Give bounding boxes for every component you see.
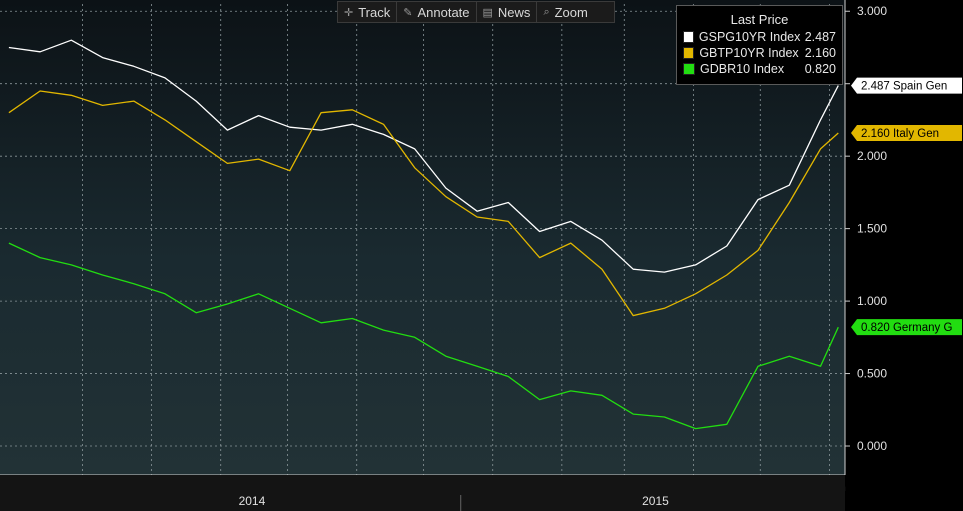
zoom-button[interactable]: ⌕ Zoom: [537, 2, 593, 22]
year-label-2015: 2015: [642, 494, 669, 508]
track-button[interactable]: ✛ Track: [338, 2, 398, 22]
legend-row-germany: GDBR10 Index 0.820: [677, 61, 842, 77]
annotate-label: Annotate: [417, 4, 470, 20]
y-tick-label: 1.500: [857, 222, 887, 236]
magnifier-icon: ⌕: [543, 5, 550, 18]
y-tick-label: 0.500: [857, 367, 887, 381]
track-label: Track: [358, 4, 391, 20]
zoom-label: Zoom: [554, 4, 588, 20]
legend-swatch-spain: [683, 31, 694, 43]
legend-swatch-italy: [683, 47, 695, 59]
y-tick-label: 0.000: [857, 439, 887, 453]
legend-row-italy: GBTP10YR Index 2.160: [677, 45, 842, 61]
y-tick-label: 2.000: [857, 149, 887, 163]
x-axis-band: [0, 475, 845, 511]
crosshair-icon: ✛: [344, 6, 354, 19]
last-value-label-germany: 0.820 Germany G: [861, 322, 952, 334]
y-tick-label: 3.000: [857, 4, 887, 18]
news-button[interactable]: ▤ News: [477, 2, 538, 22]
legend-name-spain: GSPG10YR Index: [698, 30, 801, 44]
legend-name-germany: GDBR10 Index: [700, 62, 785, 76]
chart-toolbar: ✛ Track ✎ Annotate ▤ News ⌕ Zoom: [337, 1, 615, 23]
legend-swatch-germany: [683, 63, 695, 75]
legend-title: Last Price: [730, 12, 789, 27]
news-icon: ▤: [482, 6, 493, 19]
chart-window: 3.0002.5002.0001.5001.0000.5000.000JunJu…: [0, 0, 963, 511]
legend-value-germany: 0.820: [804, 62, 836, 76]
y-tick-label: 1.000: [857, 294, 887, 308]
legend-value-italy: 2.160: [804, 46, 836, 60]
legend-value-spain: 2.487: [804, 30, 836, 44]
year-label-2014: 2014: [239, 494, 266, 508]
legend-row-spain: GSPG10YR Index 2.487: [677, 29, 842, 45]
annotate-button[interactable]: ✎ Annotate: [397, 2, 477, 22]
last-value-label-spain: 2.487 Spain Gen: [861, 81, 947, 93]
pencil-icon: ✎: [403, 6, 413, 19]
last-value-label-italy: 2.160 Italy Gen: [861, 128, 939, 140]
chart-legend: Last Price GSPG10YR Index 2.487 GBTP10YR…: [676, 5, 843, 85]
legend-name-italy: GBTP10YR Index: [699, 46, 799, 60]
news-label: News: [497, 4, 531, 20]
